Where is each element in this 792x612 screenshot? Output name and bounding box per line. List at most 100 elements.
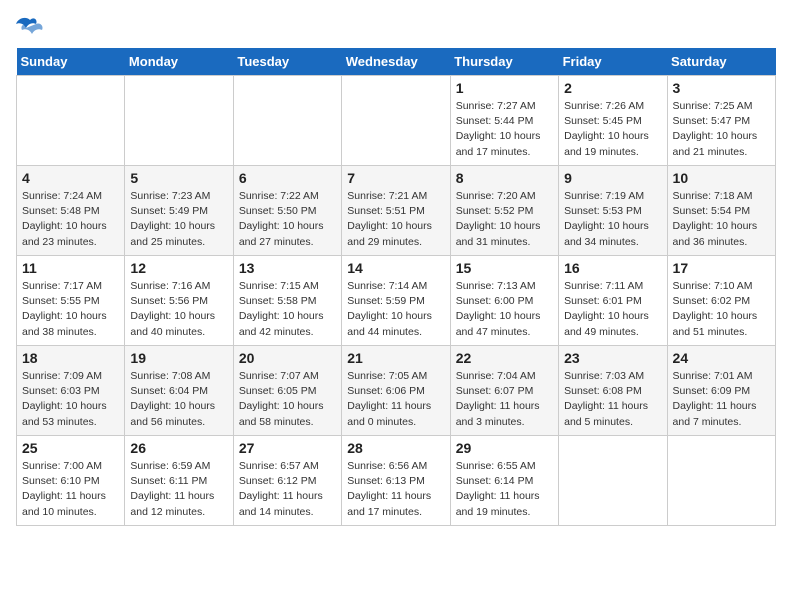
- calendar-cell: [342, 76, 450, 166]
- weekday-header: Thursday: [450, 48, 558, 76]
- weekday-header: Wednesday: [342, 48, 450, 76]
- day-number: 12: [130, 260, 227, 276]
- day-info: Sunrise: 7:16 AM Sunset: 5:56 PM Dayligh…: [130, 279, 227, 340]
- day-number: 19: [130, 350, 227, 366]
- day-number: 21: [347, 350, 444, 366]
- calendar-week-row: 18 Sunrise: 7:09 AM Sunset: 6:03 PM Dayli…: [17, 346, 776, 436]
- day-number: 22: [456, 350, 553, 366]
- day-info: Sunrise: 7:18 AM Sunset: 5:54 PM Dayligh…: [673, 189, 770, 250]
- day-info: Sunrise: 6:59 AM Sunset: 6:11 PM Dayligh…: [130, 459, 227, 520]
- day-number: 27: [239, 440, 336, 456]
- calendar-cell: 12 Sunrise: 7:16 AM Sunset: 5:56 PM Dayli…: [125, 256, 233, 346]
- calendar-cell: 4Sunrise: 7:24 AM Sunset: 5:48 PM Daylig…: [17, 166, 125, 256]
- calendar-cell: 19 Sunrise: 7:08 AM Sunset: 6:04 PM Dayli…: [125, 346, 233, 436]
- calendar-cell: [17, 76, 125, 166]
- calendar-cell: 5 Sunrise: 7:23 AM Sunset: 5:49 PM Daylig…: [125, 166, 233, 256]
- calendar-cell: 17 Sunrise: 7:10 AM Sunset: 6:02 PM Dayli…: [667, 256, 775, 346]
- day-info: Sunrise: 7:13 AM Sunset: 6:00 PM Dayligh…: [456, 279, 553, 340]
- calendar-cell: 9Sunrise: 7:19 AM Sunset: 5:53 PM Daylig…: [559, 166, 667, 256]
- weekday-row: SundayMondayTuesdayWednesdayThursdayFrid…: [17, 48, 776, 76]
- calendar-week-row: 25 Sunrise: 7:00 AM Sunset: 6:10 PM Dayli…: [17, 436, 776, 526]
- calendar-cell: 20 Sunrise: 7:07 AM Sunset: 6:05 PM Dayli…: [233, 346, 341, 436]
- calendar-cell: [559, 436, 667, 526]
- day-info: Sunrise: 7:04 AM Sunset: 6:07 PM Dayligh…: [456, 369, 553, 430]
- calendar-body: 1Sunrise: 7:27 AM Sunset: 5:44 PM Daylig…: [17, 76, 776, 526]
- day-number: 4: [22, 170, 119, 186]
- calendar-cell: 18 Sunrise: 7:09 AM Sunset: 6:03 PM Dayli…: [17, 346, 125, 436]
- day-info: Sunrise: 7:07 AM Sunset: 6:05 PM Dayligh…: [239, 369, 336, 430]
- day-number: 9: [564, 170, 661, 186]
- day-info: Sunrise: 7:01 AM Sunset: 6:09 PM Dayligh…: [673, 369, 770, 430]
- calendar-cell: 26 Sunrise: 6:59 AM Sunset: 6:11 PM Dayli…: [125, 436, 233, 526]
- day-number: 3: [673, 80, 770, 96]
- day-info: Sunrise: 7:17 AM Sunset: 5:55 PM Dayligh…: [22, 279, 119, 340]
- day-info: Sunrise: 7:00 AM Sunset: 6:10 PM Dayligh…: [22, 459, 119, 520]
- logo-bird-icon: [16, 16, 44, 38]
- calendar-cell: [125, 76, 233, 166]
- calendar-table: SundayMondayTuesdayWednesdayThursdayFrid…: [16, 48, 776, 526]
- calendar-week-row: 4Sunrise: 7:24 AM Sunset: 5:48 PM Daylig…: [17, 166, 776, 256]
- day-number: 29: [456, 440, 553, 456]
- day-number: 28: [347, 440, 444, 456]
- calendar-cell: 24 Sunrise: 7:01 AM Sunset: 6:09 PM Dayli…: [667, 346, 775, 436]
- day-info: Sunrise: 6:55 AM Sunset: 6:14 PM Dayligh…: [456, 459, 553, 520]
- day-number: 1: [456, 80, 553, 96]
- day-info: Sunrise: 7:10 AM Sunset: 6:02 PM Dayligh…: [673, 279, 770, 340]
- header: [16, 16, 776, 38]
- weekday-header: Friday: [559, 48, 667, 76]
- day-number: 18: [22, 350, 119, 366]
- calendar-cell: 7 Sunrise: 7:21 AM Sunset: 5:51 PM Daylig…: [342, 166, 450, 256]
- day-info: Sunrise: 7:21 AM Sunset: 5:51 PM Dayligh…: [347, 189, 444, 250]
- day-info: Sunrise: 7:25 AM Sunset: 5:47 PM Dayligh…: [673, 99, 770, 160]
- day-info: Sunrise: 7:08 AM Sunset: 6:04 PM Dayligh…: [130, 369, 227, 430]
- weekday-header: Monday: [125, 48, 233, 76]
- day-info: Sunrise: 7:09 AM Sunset: 6:03 PM Dayligh…: [22, 369, 119, 430]
- day-number: 5: [130, 170, 227, 186]
- calendar-cell: 1Sunrise: 7:27 AM Sunset: 5:44 PM Daylig…: [450, 76, 558, 166]
- day-number: 11: [22, 260, 119, 276]
- day-info: Sunrise: 7:22 AM Sunset: 5:50 PM Dayligh…: [239, 189, 336, 250]
- day-number: 26: [130, 440, 227, 456]
- calendar-cell: 25 Sunrise: 7:00 AM Sunset: 6:10 PM Dayli…: [17, 436, 125, 526]
- day-number: 7: [347, 170, 444, 186]
- day-number: 2: [564, 80, 661, 96]
- day-info: Sunrise: 7:23 AM Sunset: 5:49 PM Dayligh…: [130, 189, 227, 250]
- day-info: Sunrise: 7:26 AM Sunset: 5:45 PM Dayligh…: [564, 99, 661, 160]
- day-number: 23: [564, 350, 661, 366]
- calendar-cell: 8Sunrise: 7:20 AM Sunset: 5:52 PM Daylig…: [450, 166, 558, 256]
- calendar-cell: [667, 436, 775, 526]
- weekday-header: Sunday: [17, 48, 125, 76]
- calendar-cell: 16 Sunrise: 7:11 AM Sunset: 6:01 PM Dayli…: [559, 256, 667, 346]
- day-number: 14: [347, 260, 444, 276]
- day-number: 15: [456, 260, 553, 276]
- weekday-header: Saturday: [667, 48, 775, 76]
- day-number: 25: [22, 440, 119, 456]
- calendar-cell: 10 Sunrise: 7:18 AM Sunset: 5:54 PM Dayli…: [667, 166, 775, 256]
- calendar-cell: 28 Sunrise: 6:56 AM Sunset: 6:13 PM Dayli…: [342, 436, 450, 526]
- day-number: 13: [239, 260, 336, 276]
- calendar-week-row: 1Sunrise: 7:27 AM Sunset: 5:44 PM Daylig…: [17, 76, 776, 166]
- calendar-cell: 29 Sunrise: 6:55 AM Sunset: 6:14 PM Dayli…: [450, 436, 558, 526]
- day-info: Sunrise: 6:56 AM Sunset: 6:13 PM Dayligh…: [347, 459, 444, 520]
- calendar-cell: 11 Sunrise: 7:17 AM Sunset: 5:55 PM Dayli…: [17, 256, 125, 346]
- day-info: Sunrise: 7:20 AM Sunset: 5:52 PM Dayligh…: [456, 189, 553, 250]
- calendar-cell: 13 Sunrise: 7:15 AM Sunset: 5:58 PM Dayli…: [233, 256, 341, 346]
- calendar-cell: 14 Sunrise: 7:14 AM Sunset: 5:59 PM Dayli…: [342, 256, 450, 346]
- calendar-week-row: 11 Sunrise: 7:17 AM Sunset: 5:55 PM Dayli…: [17, 256, 776, 346]
- day-number: 16: [564, 260, 661, 276]
- calendar-cell: [233, 76, 341, 166]
- calendar-cell: 22 Sunrise: 7:04 AM Sunset: 6:07 PM Dayli…: [450, 346, 558, 436]
- day-number: 24: [673, 350, 770, 366]
- calendar-cell: 2 Sunrise: 7:26 AM Sunset: 5:45 PM Daylig…: [559, 76, 667, 166]
- day-info: Sunrise: 6:57 AM Sunset: 6:12 PM Dayligh…: [239, 459, 336, 520]
- day-info: Sunrise: 7:11 AM Sunset: 6:01 PM Dayligh…: [564, 279, 661, 340]
- logo: [16, 16, 48, 38]
- calendar-cell: 21 Sunrise: 7:05 AM Sunset: 6:06 PM Dayli…: [342, 346, 450, 436]
- day-info: Sunrise: 7:05 AM Sunset: 6:06 PM Dayligh…: [347, 369, 444, 430]
- day-info: Sunrise: 7:14 AM Sunset: 5:59 PM Dayligh…: [347, 279, 444, 340]
- day-number: 17: [673, 260, 770, 276]
- day-number: 10: [673, 170, 770, 186]
- day-number: 20: [239, 350, 336, 366]
- day-info: Sunrise: 7:15 AM Sunset: 5:58 PM Dayligh…: [239, 279, 336, 340]
- calendar-cell: 23Sunrise: 7:03 AM Sunset: 6:08 PM Dayli…: [559, 346, 667, 436]
